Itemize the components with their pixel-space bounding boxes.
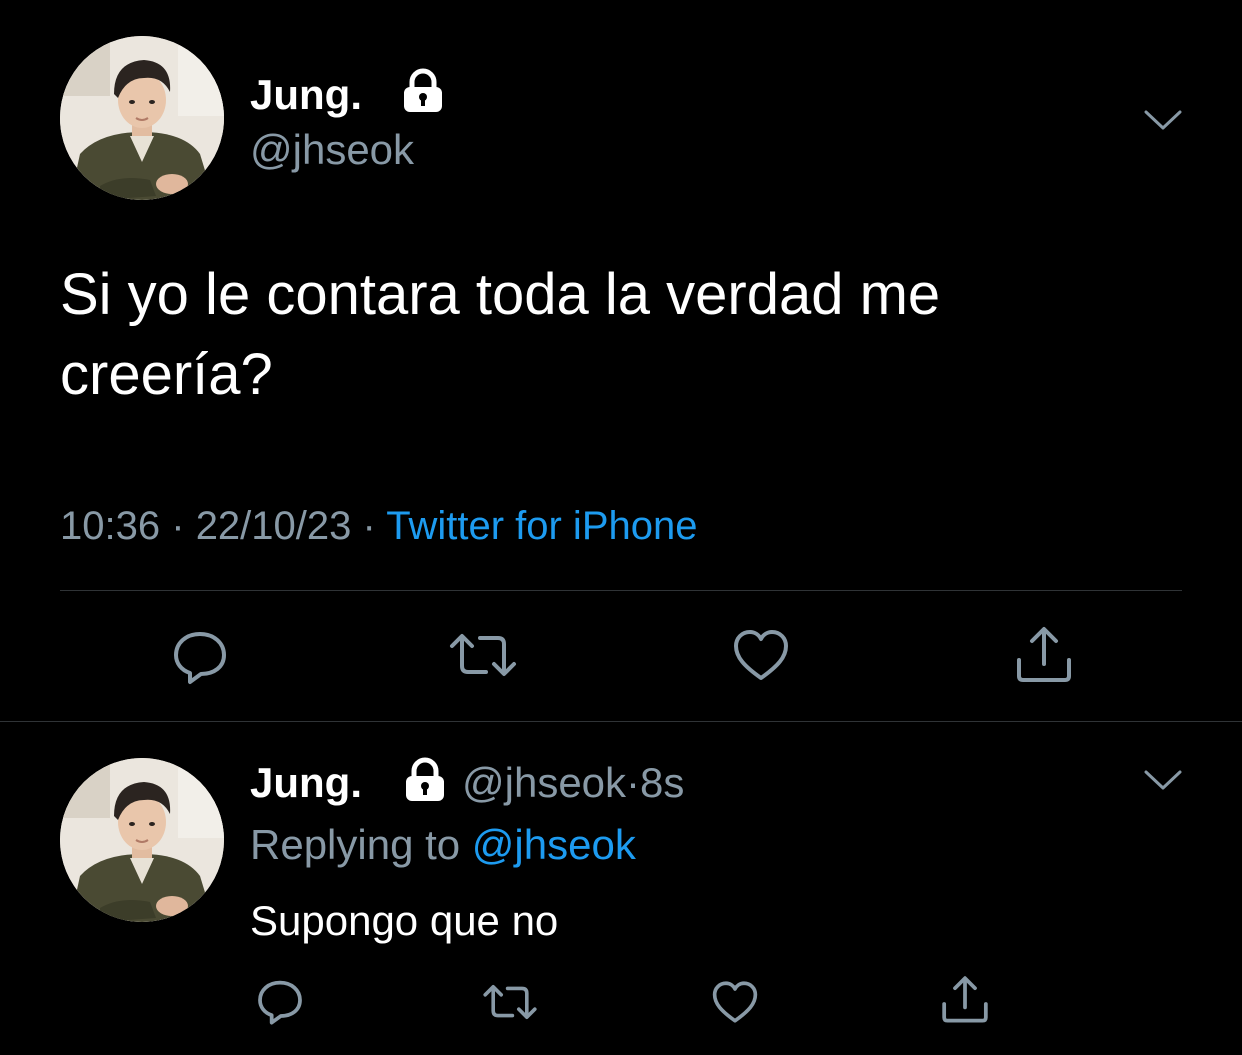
- reply-avatar[interactable]: [60, 758, 224, 922]
- like-icon[interactable]: [732, 628, 790, 682]
- replying-to: Replying to @jhseok: [250, 824, 636, 866]
- reply-time: 8s: [640, 759, 685, 806]
- reply-icon[interactable]: [255, 976, 305, 1026]
- replying-to-mention[interactable]: @jhseok: [472, 821, 636, 868]
- meta-separator: ·: [362, 504, 376, 548]
- reply-tweet-text: Supongo que no: [250, 897, 559, 944]
- share-icon[interactable]: [1014, 624, 1074, 684]
- meta-separator: ·: [171, 504, 185, 548]
- share-icon[interactable]: [940, 974, 990, 1024]
- divider: [60, 590, 1182, 591]
- reply-display-name[interactable]: Jung.: [250, 762, 362, 804]
- main-display-name[interactable]: Jung.: [250, 74, 362, 116]
- tweet-separator: [0, 721, 1242, 722]
- main-tweet-avatar[interactable]: [60, 36, 224, 200]
- tweet-source[interactable]: Twitter for iPhone: [386, 504, 697, 548]
- tweet-time: 10:36: [60, 504, 161, 548]
- retweet-icon[interactable]: [482, 980, 538, 1024]
- retweet-icon[interactable]: [448, 628, 518, 682]
- profile-photo: [60, 36, 224, 200]
- lock-icon: [406, 757, 444, 801]
- lock-icon: [404, 68, 442, 112]
- reply-handle[interactable]: @jhseok: [462, 759, 626, 806]
- tweet-date: 22/10/23: [195, 504, 352, 548]
- main-tweet-text: Si yo le contara toda la verdad me creer…: [60, 262, 941, 407]
- like-icon[interactable]: [711, 980, 759, 1024]
- reply-handle-time: @jhseok·8s: [462, 762, 684, 804]
- reply-icon[interactable]: [170, 626, 230, 686]
- chevron-down-icon[interactable]: [1143, 108, 1183, 132]
- chevron-down-icon[interactable]: [1143, 768, 1183, 792]
- replying-to-label: Replying to: [250, 821, 461, 868]
- meta-separator: ·: [626, 759, 641, 806]
- tweet-meta: 10:36 · 22/10/23 · Twitter for iPhone: [60, 506, 697, 546]
- profile-photo: [60, 758, 224, 922]
- main-handle[interactable]: @jhseok: [250, 129, 414, 171]
